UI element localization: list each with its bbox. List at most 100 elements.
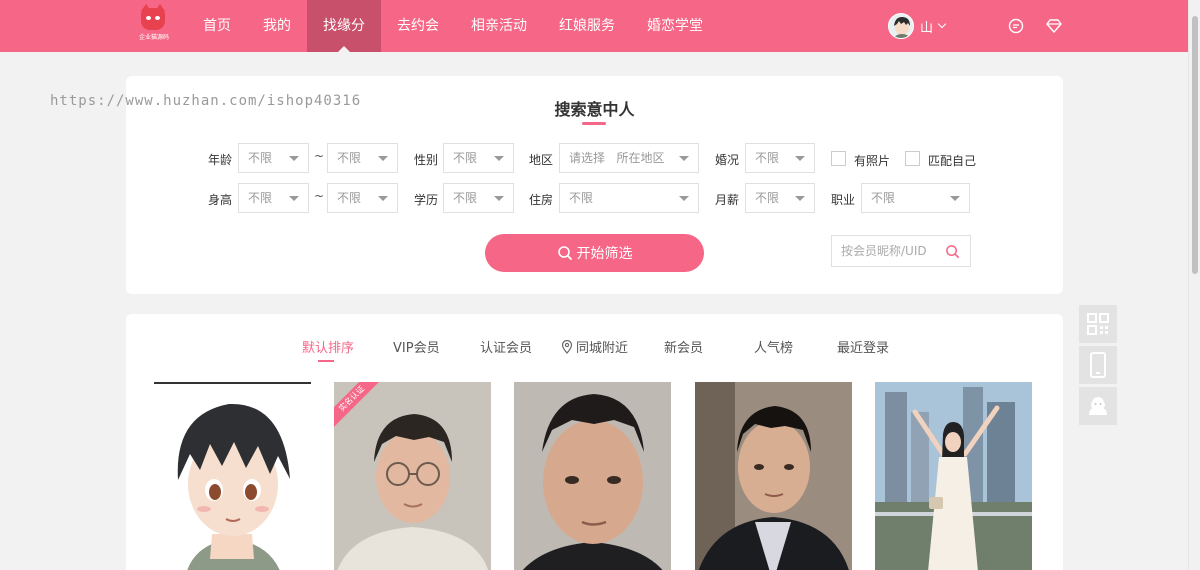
top-nav-bar: 企业猫源码 首页 我的 找缘分 去约会 相亲活动 红娘服务 婚恋学堂 山 — [0, 0, 1188, 52]
member-card-man-closeup[interactable] — [514, 382, 671, 570]
age-to-value: 不限 — [337, 151, 362, 165]
member-card-woman-dress[interactable] — [875, 382, 1032, 570]
floating-side-tools — [1079, 305, 1117, 428]
tab-recent-login[interactable]: 最近登录 — [837, 337, 889, 356]
age-label: 年龄 — [208, 153, 233, 167]
main-nav: 首页 我的 找缘分 去约会 相亲活动 红娘服务 婚恋学堂 — [187, 0, 719, 52]
location-icon — [561, 339, 573, 354]
site-logo[interactable]: 企业猫源码 — [136, 4, 170, 42]
dropdown-arrow-icon — [494, 156, 504, 161]
dropdown-arrow-icon — [795, 196, 805, 201]
dropdown-arrow-icon — [795, 156, 805, 161]
start-filter-button[interactable]: 开始筛选 — [485, 234, 704, 272]
customer-service-icon[interactable] — [1079, 387, 1117, 425]
nav-dating[interactable]: 去约会 — [381, 0, 455, 52]
salary-label: 月薪 — [715, 193, 740, 207]
job-label: 职业 — [831, 193, 856, 207]
start-filter-label: 开始筛选 — [576, 246, 633, 262]
page-scrollbar[interactable] — [1188, 0, 1200, 570]
region-select[interactable]: 请选择 所在地区 — [559, 143, 699, 173]
education-label: 学历 — [414, 193, 439, 207]
nav-matchmaker[interactable]: 红娘服务 — [543, 0, 631, 52]
member-photo — [514, 382, 671, 570]
height-label: 身高 — [208, 193, 233, 207]
height-to-value: 不限 — [337, 191, 362, 205]
region-label: 地区 — [529, 153, 554, 167]
has-photo-label: 有照片 — [854, 154, 891, 168]
search-icon[interactable] — [945, 244, 960, 263]
nav-home[interactable]: 首页 — [187, 0, 247, 52]
member-photo — [334, 382, 491, 570]
range-separator: ~ — [314, 149, 325, 163]
age-from-select[interactable]: 不限 — [238, 143, 309, 173]
user-menu[interactable]: 山 — [888, 13, 947, 39]
dropdown-arrow-icon — [679, 156, 689, 161]
dropdown-arrow-icon — [378, 156, 388, 161]
tab-default-sort[interactable]: 默认排序 — [302, 337, 354, 356]
chat-icon[interactable] — [1007, 17, 1025, 35]
salary-select[interactable]: 不限 — [745, 183, 815, 213]
uid-search-box — [831, 235, 971, 267]
dropdown-arrow-icon — [289, 156, 299, 161]
education-select[interactable]: 不限 — [443, 183, 514, 213]
user-name: 山 — [920, 20, 934, 36]
height-from-select[interactable]: 不限 — [238, 183, 309, 213]
gender-select[interactable]: 不限 — [443, 143, 514, 173]
nav-events[interactable]: 相亲活动 — [455, 0, 543, 52]
match-self-checkbox[interactable] — [905, 151, 920, 166]
gender-value: 不限 — [453, 151, 478, 165]
diamond-icon[interactable] — [1045, 17, 1063, 35]
tab-nearby-label: 同城附近 — [576, 341, 629, 356]
marital-value: 不限 — [755, 151, 780, 165]
housing-value: 不限 — [569, 191, 594, 205]
search-icon — [557, 246, 572, 260]
phone-icon[interactable] — [1079, 346, 1117, 384]
dropdown-arrow-icon — [378, 196, 388, 201]
job-value: 不限 — [871, 191, 896, 205]
member-list-panel: 默认排序 VIP会员 认证会员 同城附近 新会员 人气榜 最近登录 实名认证 — [126, 314, 1063, 570]
nav-academy[interactable]: 婚恋学堂 — [631, 0, 719, 52]
job-select[interactable]: 不限 — [861, 183, 970, 213]
logo-text: 企业猫源码 — [138, 34, 169, 41]
member-card-anime-avatar[interactable] — [154, 382, 311, 570]
watermark-text: https://www.huzhan.com/ishop40316 — [50, 93, 362, 109]
tab-vip[interactable]: VIP会员 — [393, 337, 440, 356]
member-card-man-jacket[interactable] — [695, 382, 852, 570]
gender-label: 性别 — [414, 153, 439, 167]
housing-label: 住房 — [529, 193, 554, 207]
member-card-man-glasses[interactable]: 实名认证 — [334, 382, 491, 570]
nav-mine[interactable]: 我的 — [247, 0, 307, 52]
title-underline — [582, 122, 606, 125]
age-to-select[interactable]: 不限 — [327, 143, 398, 173]
tab-new-members[interactable]: 新会员 — [664, 337, 703, 356]
dropdown-arrow-icon — [950, 196, 960, 201]
height-to-select[interactable]: 不限 — [327, 183, 398, 213]
housing-select[interactable]: 不限 — [559, 183, 699, 213]
uid-search-input[interactable] — [832, 236, 942, 266]
height-from-value: 不限 — [248, 191, 273, 205]
dropdown-arrow-icon — [494, 196, 504, 201]
member-photo — [875, 382, 1032, 570]
dropdown-arrow-icon — [289, 196, 299, 201]
chevron-down-icon — [937, 19, 947, 29]
age-from-value: 不限 — [248, 151, 273, 165]
has-photo-checkbox[interactable] — [831, 151, 846, 166]
tab-nearby[interactable]: 同城附近 — [561, 337, 628, 356]
nav-find-match[interactable]: 找缘分 — [307, 0, 381, 52]
tab-popular[interactable]: 人气榜 — [754, 337, 793, 356]
scrollbar-thumb[interactable] — [1192, 16, 1198, 274]
salary-value: 不限 — [755, 191, 780, 205]
member-photo — [695, 382, 852, 570]
dropdown-arrow-icon — [679, 196, 689, 201]
education-value: 不限 — [453, 191, 478, 205]
region-value: 请选择 所在地区 — [569, 151, 665, 165]
user-avatar — [888, 13, 914, 39]
marital-select[interactable]: 不限 — [745, 143, 815, 173]
range-separator: ~ — [314, 189, 325, 203]
match-self-label: 匹配自己 — [928, 154, 977, 168]
qrcode-icon[interactable] — [1079, 305, 1117, 343]
active-tab-indicator — [318, 360, 334, 362]
cat-logo-icon — [141, 4, 165, 30]
tab-verified[interactable]: 认证会员 — [480, 337, 532, 356]
marital-label: 婚况 — [715, 153, 740, 167]
